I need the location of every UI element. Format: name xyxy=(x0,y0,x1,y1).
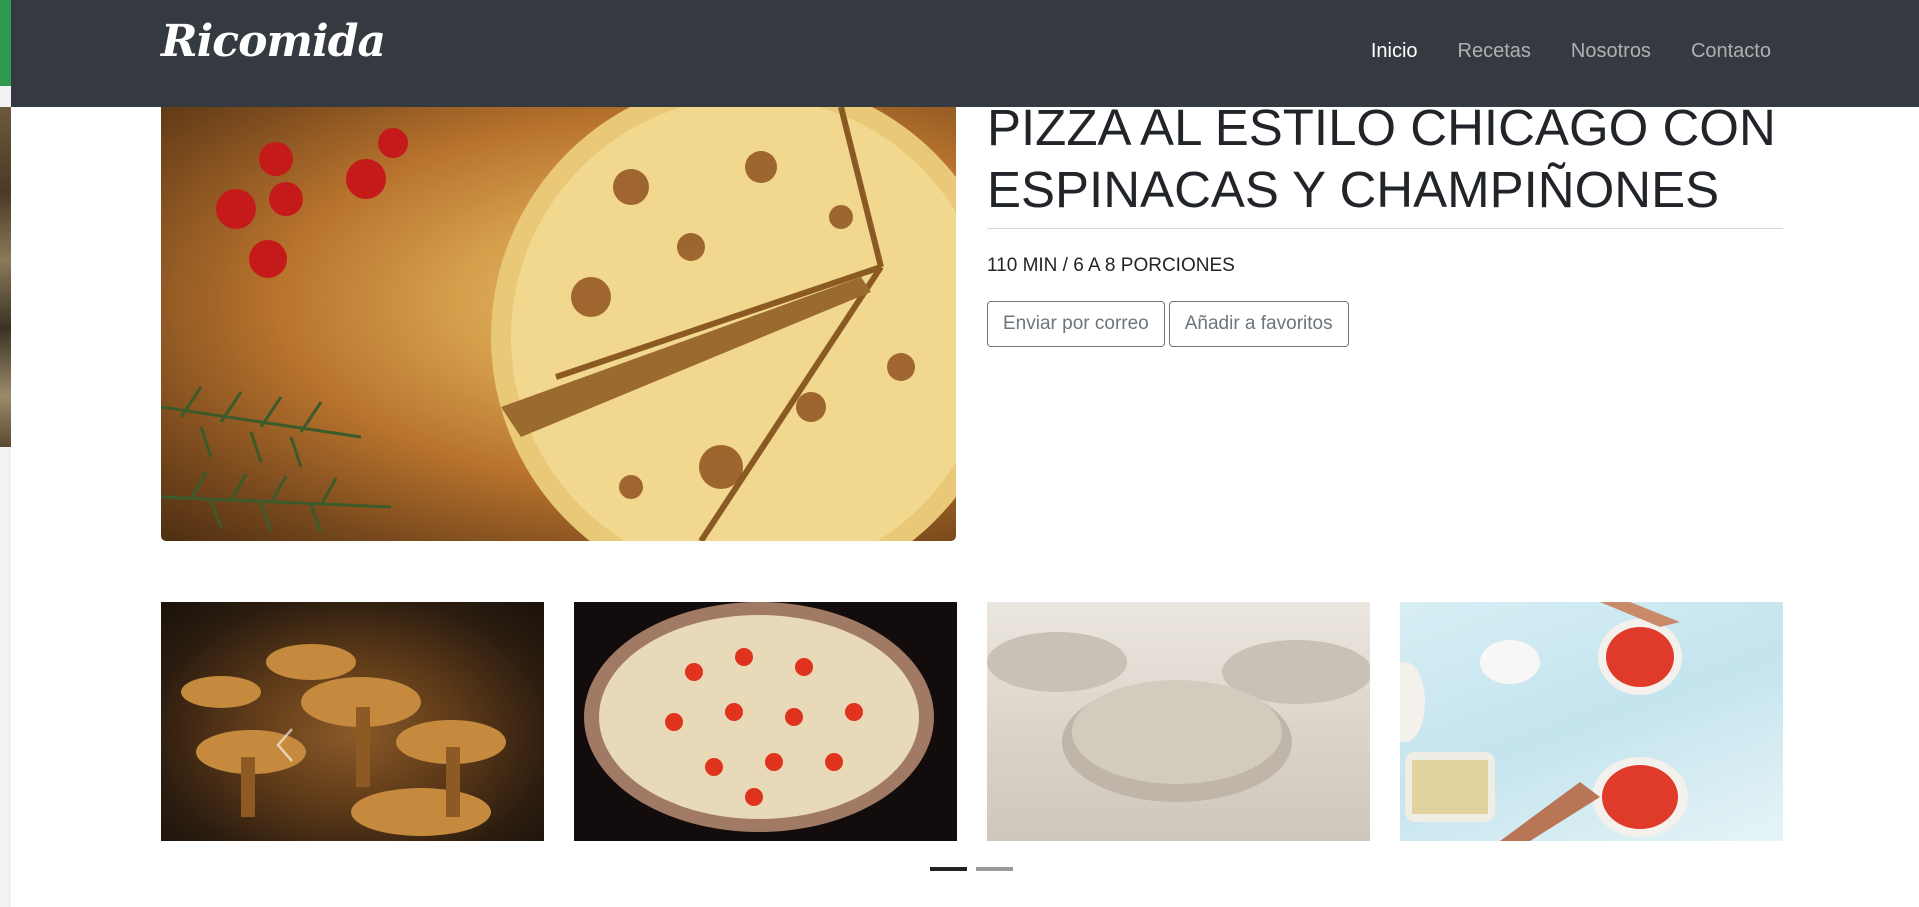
brand-logo[interactable]: Ricomida xyxy=(161,16,386,67)
carousel-indicator-2[interactable] xyxy=(976,867,1013,871)
thumbnail-mushrooms[interactable] xyxy=(161,602,544,841)
main-nav: Inicio Recetas Nosotros Contacto xyxy=(1371,40,1771,63)
edge-photo xyxy=(0,107,11,447)
carousel-indicator-1[interactable] xyxy=(930,867,967,871)
email-button[interactable]: Enviar por correo xyxy=(987,301,1165,347)
nav-item-contacto[interactable]: Contacto xyxy=(1691,40,1771,63)
carousel-indicators xyxy=(930,867,1013,871)
edge-green-bar xyxy=(0,0,11,86)
hero-pizza-image xyxy=(161,107,956,541)
thumbnail-dough[interactable] xyxy=(987,602,1370,841)
title-divider xyxy=(987,228,1783,229)
recipe-actions: Enviar por correo Añadir a favoritos xyxy=(987,301,1349,347)
recipe-title: PIZZA AL ESTILO CHICAGO CON ESPINACAS Y … xyxy=(987,99,1776,218)
thumbnail-carousel xyxy=(161,602,1783,841)
chevron-left-icon xyxy=(276,728,293,762)
carousel-prev-button[interactable] xyxy=(270,725,300,765)
nav-item-nosotros[interactable]: Nosotros xyxy=(1571,40,1651,63)
nav-item-inicio[interactable]: Inicio xyxy=(1371,40,1418,63)
recipe-meta: 110 MIN / 6 A 8 PORCIONES xyxy=(987,255,1235,276)
thumbnail-pizza-prep[interactable] xyxy=(1400,602,1783,841)
add-favorite-button[interactable]: Añadir a favoritos xyxy=(1168,301,1349,347)
navbar: Ricomida Inicio Recetas Nosotros Contact… xyxy=(11,0,1919,107)
nav-item-recetas[interactable]: Recetas xyxy=(1458,40,1531,63)
thumbnail-pizza-oven[interactable] xyxy=(574,602,957,841)
